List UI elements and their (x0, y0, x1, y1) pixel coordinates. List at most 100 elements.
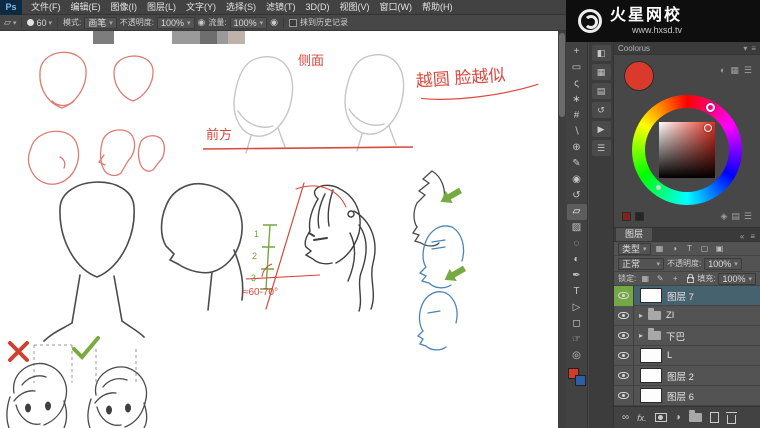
layer-thumbnail[interactable] (640, 288, 662, 303)
panel-menu-icon[interactable]: ≡ (751, 44, 756, 53)
layer-row[interactable]: 图层 2 (614, 365, 760, 386)
expand-arrow-icon[interactable]: ▸ (636, 311, 646, 320)
opacity-select[interactable]: 100% ▾ (156, 16, 195, 29)
lock-transparency-icon[interactable]: ▦ (639, 274, 651, 283)
brush-tool[interactable]: ✎ (567, 156, 587, 172)
adjustment-layer-button[interactable]: ◑ (675, 412, 681, 423)
lasso-tool[interactable]: ς (567, 76, 587, 92)
filter-pixel-layers-icon[interactable]: ▦ (654, 244, 666, 253)
visibility-toggle[interactable] (614, 305, 634, 326)
zoom-tool[interactable]: ◎ (567, 348, 587, 364)
styles-panel-icon[interactable]: ▤ (591, 83, 611, 99)
color-panel-icon[interactable]: ◧ (591, 45, 611, 61)
flow-select[interactable]: 100% ▾ (229, 16, 268, 29)
coolorus-option-icon[interactable]: ▦ (730, 65, 739, 76)
lock-position-icon[interactable]: + (669, 274, 681, 283)
menu-file[interactable]: 文件(F) (26, 0, 66, 15)
airbrush-icon[interactable]: ◉ (270, 17, 278, 28)
layer-opacity-select[interactable]: 100% ▾ (704, 257, 742, 270)
layer-thumbnail[interactable] (640, 388, 662, 403)
erase-to-history-checkbox[interactable] (289, 18, 298, 27)
eyedropper-tool[interactable]: ∖ (567, 124, 587, 140)
rectangular-marquee-tool[interactable]: ▭ (567, 60, 587, 76)
new-group-button[interactable] (688, 410, 702, 422)
healing-brush-tool[interactable]: ⊕ (567, 140, 587, 156)
recent-color-swatch[interactable] (635, 211, 644, 221)
panel-menu-icon[interactable]: ≡ (747, 232, 758, 241)
visibility-toggle[interactable] (614, 345, 634, 366)
menu-select[interactable]: 选择(S) (221, 0, 261, 15)
coolorus-option-icon[interactable]: ◐ (720, 65, 725, 76)
group-row[interactable]: ▸ ZI (614, 305, 760, 326)
coolorus-mode-icon[interactable]: ▤ (731, 211, 740, 222)
menu-layer[interactable]: 图层(L) (142, 0, 181, 15)
brush-presets-panel-icon[interactable]: ☰ (591, 140, 611, 156)
visibility-toggle[interactable] (614, 365, 634, 386)
group-row[interactable]: ▸ 下巴 (614, 325, 760, 346)
color-swatches[interactable] (567, 368, 586, 386)
menu-view[interactable]: 视图(V) (335, 0, 375, 15)
delete-layer-button[interactable] (725, 411, 737, 424)
new-layer-button[interactable] (709, 412, 719, 423)
clone-stamp-tool[interactable]: ◉ (567, 172, 587, 188)
pen-tool[interactable]: ✒ (567, 268, 587, 284)
recent-color-swatch[interactable] (622, 211, 631, 221)
visibility-toggle[interactable] (614, 285, 634, 306)
hand-tool[interactable]: ☞ (567, 332, 587, 348)
coolorus-mode-icon[interactable]: ☰ (744, 211, 752, 222)
hue-marker[interactable] (706, 103, 715, 112)
menu-type[interactable]: 文字(Y) (181, 0, 221, 15)
expand-arrow-icon[interactable]: ▸ (636, 331, 646, 340)
layer-thumbnail[interactable] (640, 368, 662, 383)
scrollbar-thumb[interactable] (559, 33, 565, 117)
coolorus-mode-icon[interactable]: ◈ (720, 211, 727, 222)
history-panel-icon[interactable]: ↺ (591, 102, 611, 118)
layer-row[interactable]: 图层 6 (614, 385, 760, 406)
current-color-swatch[interactable] (624, 61, 654, 91)
menu-3d[interactable]: 3D(D) (301, 0, 335, 15)
layer-row[interactable]: L (614, 345, 760, 366)
filter-smart-objects-icon[interactable]: ▣ (714, 244, 726, 253)
blur-tool[interactable]: ◌ (567, 236, 587, 252)
actions-panel-icon[interactable]: ▶ (591, 121, 611, 137)
path-selection-tool[interactable]: ▷ (567, 300, 587, 316)
visibility-toggle[interactable] (614, 325, 634, 346)
move-tool[interactable]: + (567, 44, 587, 60)
collapse-icon[interactable]: ▾ (743, 44, 747, 53)
canvas-vertical-scrollbar[interactable] (558, 31, 566, 428)
filter-adjustment-layers-icon[interactable]: ◑ (669, 244, 681, 253)
coolorus-option-icon[interactable]: ☰ (744, 65, 752, 76)
sv-marker[interactable] (704, 124, 712, 132)
filter-shape-layers-icon[interactable]: ▢ (699, 244, 711, 253)
gradient-tool[interactable]: ▨ (567, 220, 587, 236)
menu-image[interactable]: 图像(I) (106, 0, 143, 15)
menu-edit[interactable]: 编辑(E) (66, 0, 106, 15)
tab-layers[interactable]: 图层 (616, 226, 653, 241)
document-canvas[interactable]: 侧面 前方 越圆 脸越似 1 2 3 ≈60-70° (0, 31, 566, 428)
blend-mode-select[interactable]: 正常 ▾ (618, 257, 664, 270)
layer-thumbnail[interactable] (640, 348, 662, 363)
crop-tool[interactable]: # (567, 108, 587, 124)
menu-window[interactable]: 窗口(W) (375, 0, 418, 15)
history-brush-tool[interactable]: ↺ (567, 188, 587, 204)
link-layers-button[interactable]: ∞ (622, 412, 629, 423)
type-tool[interactable]: T (567, 284, 587, 300)
tool-preset-picker[interactable]: ▱ ▾ (4, 17, 16, 28)
lock-pixels-icon[interactable]: ✎ (654, 274, 666, 283)
pen-pressure-icon[interactable]: ◉ (198, 17, 206, 28)
menu-filter[interactable]: 滤镜(T) (261, 0, 301, 15)
shape-tool[interactable]: ◻ (567, 316, 587, 332)
add-layer-mask-button[interactable] (654, 413, 667, 422)
lock-all-icon[interactable] (687, 274, 695, 283)
fill-select[interactable]: 100% ▾ (718, 272, 757, 285)
layer-row[interactable]: 图层 7 (614, 285, 760, 306)
coolorus-panel-header[interactable]: Coolorus ▾ ≡ (614, 42, 760, 55)
background-color-swatch[interactable] (574, 375, 586, 386)
dodge-tool[interactable]: ◐ (567, 252, 587, 268)
filter-type-layers-icon[interactable]: T (684, 244, 696, 253)
brush-preset-picker[interactable]: 60 ▾ (27, 18, 52, 28)
quick-selection-tool[interactable]: ∗ (567, 92, 587, 108)
swatches-panel-icon[interactable]: ▦ (591, 64, 611, 80)
filter-type-select[interactable]: 类型 ▾ (618, 242, 651, 255)
visibility-toggle[interactable] (614, 385, 634, 406)
